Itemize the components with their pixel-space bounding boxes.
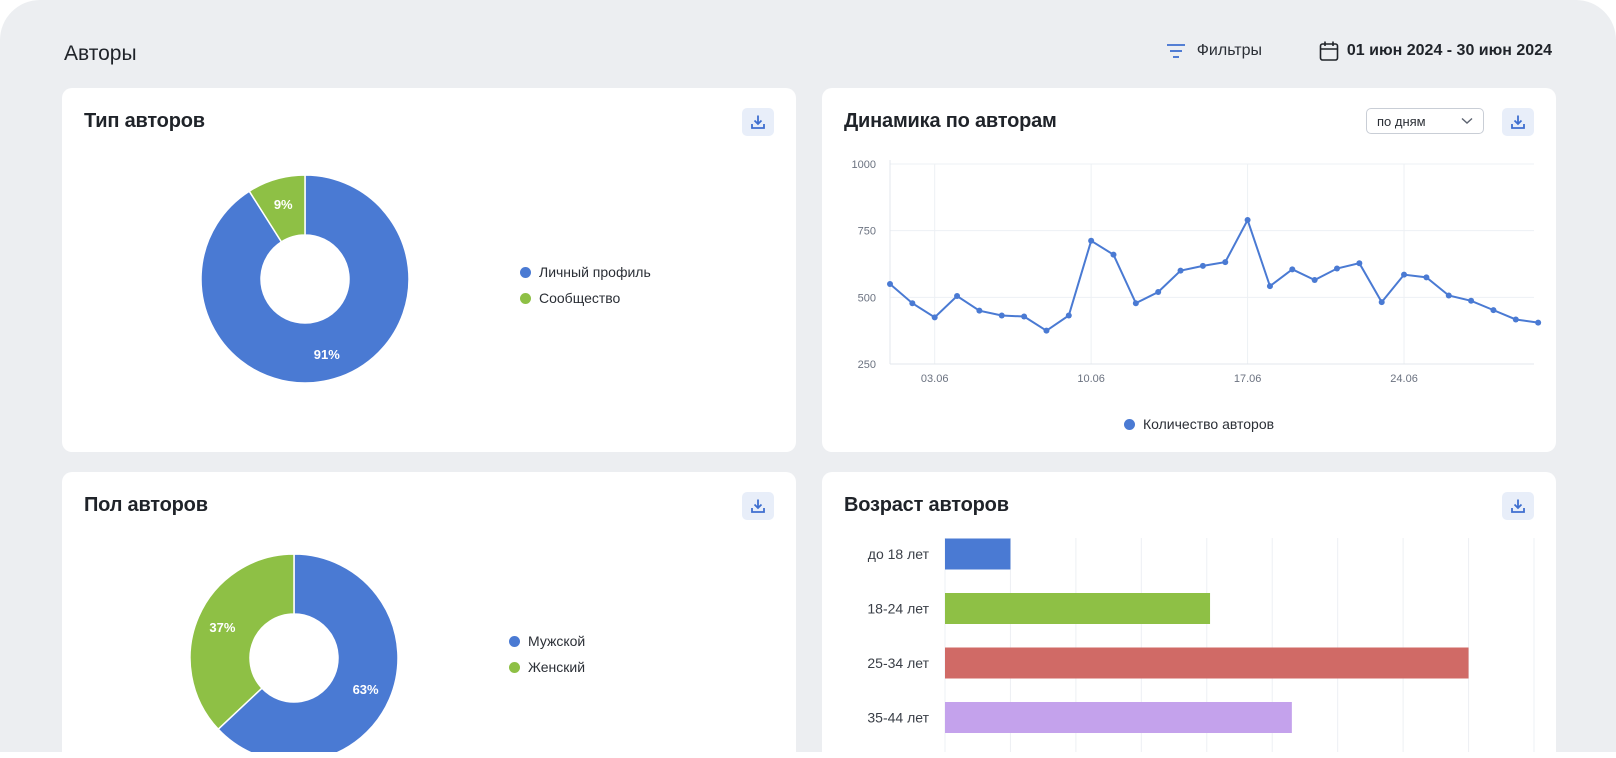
filters-button[interactable]: Фильтры (1165, 42, 1262, 60)
data-point (1155, 289, 1162, 295)
data-point (998, 312, 1005, 319)
slice-label: 9% (274, 197, 293, 212)
author-type-donut: 91% 9% (200, 174, 410, 384)
legend-item: Количество авторов (1124, 411, 1274, 437)
y-tick-label: 750 (858, 226, 876, 238)
legend-label: Личный профиль (539, 264, 651, 280)
category-label: 25-34 лет (867, 655, 929, 671)
age-card: Возраст авторов до 18 лет 18-24 лет 25-34 … (822, 472, 1556, 752)
gender-card: Пол авторов 63% 37% Мужской Женский (62, 472, 796, 752)
data-point (1512, 316, 1519, 323)
x-tick-label: 03.06 (921, 373, 949, 385)
data-point (887, 281, 893, 287)
x-tick-label: 24.06 (1390, 373, 1418, 385)
slice-label: 63% (353, 682, 379, 697)
dynamics-legend: Количество авторов (1124, 411, 1274, 437)
category-label: 35-44 лет (867, 710, 929, 726)
data-point (1088, 237, 1095, 244)
slice-label: 37% (209, 620, 235, 635)
data-point (1468, 297, 1475, 304)
data-point (1021, 313, 1028, 320)
legend-item: Сообщество (520, 285, 651, 311)
legend-swatch (509, 635, 520, 647)
data-point (1110, 251, 1117, 258)
category-label: до 18 лет (868, 546, 930, 562)
slice-label: 91% (314, 347, 340, 362)
data-point (1356, 260, 1363, 267)
x-tick-label: 10.06 (1077, 373, 1105, 385)
data-point (1199, 262, 1206, 269)
bar (945, 593, 1211, 624)
age-bar-chart: до 18 лет 18-24 лет 25-34 лет 35-44 лет (867, 538, 1535, 752)
data-point (1244, 217, 1251, 223)
data-point (1378, 299, 1385, 306)
data-point (1043, 327, 1050, 334)
calendar-icon (1319, 41, 1339, 61)
data-point (931, 314, 938, 321)
page-title: Авторы (64, 42, 137, 65)
y-tick-label: 500 (858, 292, 876, 304)
legend-swatch (509, 661, 520, 673)
y-tick-label: 1000 (852, 159, 876, 171)
data-point (1334, 265, 1340, 272)
data-point (1445, 292, 1452, 299)
legend-swatch (1124, 418, 1135, 430)
gender-donut: 63% 37% (189, 553, 399, 752)
legend-item: Мужской (509, 628, 585, 654)
data-point (1423, 274, 1430, 281)
data-point (1311, 277, 1318, 283)
data-point (1177, 267, 1184, 274)
data-point (1401, 271, 1408, 278)
legend-item: Женский (509, 654, 585, 680)
legend-label: Женский (528, 659, 586, 675)
date-range-label: 01 июн 2024 - 30 июн 2024 (1346, 42, 1552, 59)
data-point (1132, 300, 1139, 307)
data-point (909, 300, 916, 307)
legend-swatch (520, 266, 531, 278)
category-label: 18-24 лет (867, 601, 929, 617)
dynamics-line-chart: 250 500 750 1000 03.06 10.06 17.06 24.06 (852, 159, 1542, 385)
bar (945, 538, 1011, 570)
data-point (1535, 319, 1542, 326)
series-line (889, 217, 1539, 332)
data-point (1266, 283, 1273, 290)
y-tick-label: 250 (858, 359, 876, 371)
legend-swatch (520, 292, 531, 304)
data-point (1490, 307, 1497, 314)
author-type-legend: Личный профиль Сообщество (520, 259, 651, 311)
data-point (954, 293, 961, 299)
page-header: Авторы Фильтры 01 июн 2024 - 30 июн 2024 (64, 40, 1552, 70)
dynamics-card: Динамика по авторам по дням 250 500 750 100… (822, 88, 1556, 452)
x-tick-label: 17.06 (1234, 373, 1262, 385)
bar (945, 647, 1469, 679)
date-range-picker[interactable]: 01 июн 2024 - 30 июн 2024 (1319, 40, 1552, 62)
legend-label: Мужской (528, 633, 586, 649)
data-point (1065, 312, 1072, 319)
data-point (1289, 266, 1296, 273)
data-point (976, 307, 983, 314)
legend-label: Количество авторов (1143, 416, 1275, 432)
gender-legend: Мужской Женский (509, 628, 585, 680)
legend-label: Сообщество (539, 290, 621, 306)
bar (945, 702, 1292, 733)
filters-label: Фильтры (1196, 42, 1262, 59)
app-frame: Авторы Фильтры 01 июн 2024 - 30 июн 2024… (0, 0, 1616, 752)
legend-item: Личный профиль (520, 259, 651, 285)
filter-lines-icon (1166, 44, 1185, 58)
data-point (1222, 259, 1229, 266)
author-type-card: Тип авторов 91% 9% Личный профиль Сообщес… (62, 88, 796, 452)
